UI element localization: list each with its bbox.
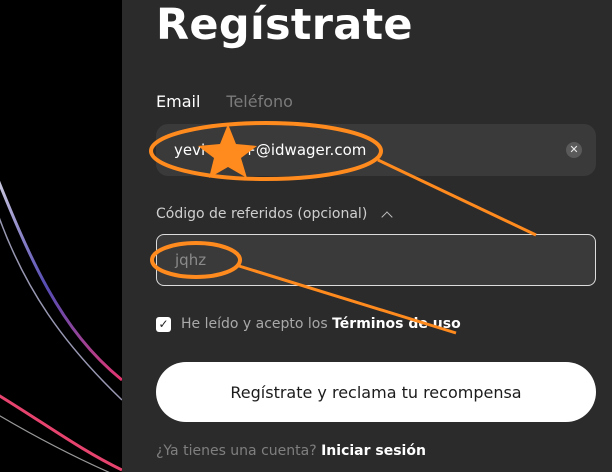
referral-toggle[interactable]: Código de referidos (opcional) bbox=[156, 206, 393, 223]
referral-code-value: jqhz bbox=[175, 251, 207, 269]
signup-submit-label: Regístrate y reclama tu recompensa bbox=[230, 382, 522, 402]
terms-row: ✓ He leído y acepto los Términos de uso bbox=[156, 316, 461, 332]
terms-checkbox[interactable]: ✓ bbox=[156, 316, 171, 332]
close-icon[interactable]: ✕ bbox=[566, 142, 582, 158]
referral-label: Código de referidos (opcional) bbox=[156, 206, 368, 222]
page-title: Regístrate bbox=[156, 0, 413, 50]
signup-submit-button[interactable]: Regístrate y reclama tu recompensa bbox=[156, 362, 596, 422]
background-art bbox=[0, 0, 122, 472]
tab-email[interactable]: Email bbox=[156, 92, 200, 111]
terms-text: He leído y acepto los bbox=[181, 316, 328, 332]
login-row: ¿Ya tienes una cuenta? Iniciar sesión bbox=[156, 443, 426, 459]
login-prompt: ¿Ya tienes una cuenta? bbox=[156, 443, 317, 459]
login-link[interactable]: Iniciar sesión bbox=[321, 443, 426, 459]
email-field[interactable]: yevi +@idwager.com ✕ bbox=[156, 124, 596, 176]
referral-code-field[interactable]: jqhz bbox=[156, 234, 596, 286]
terms-link[interactable]: Términos de uso bbox=[332, 316, 461, 332]
email-field-value: yevi +@idwager.com bbox=[174, 141, 367, 159]
signup-method-tabs: Email Teléfono bbox=[156, 92, 293, 111]
tab-phone[interactable]: Teléfono bbox=[226, 92, 293, 111]
light-streak-art bbox=[0, 180, 122, 472]
chevron-up-icon[interactable] bbox=[381, 210, 393, 223]
